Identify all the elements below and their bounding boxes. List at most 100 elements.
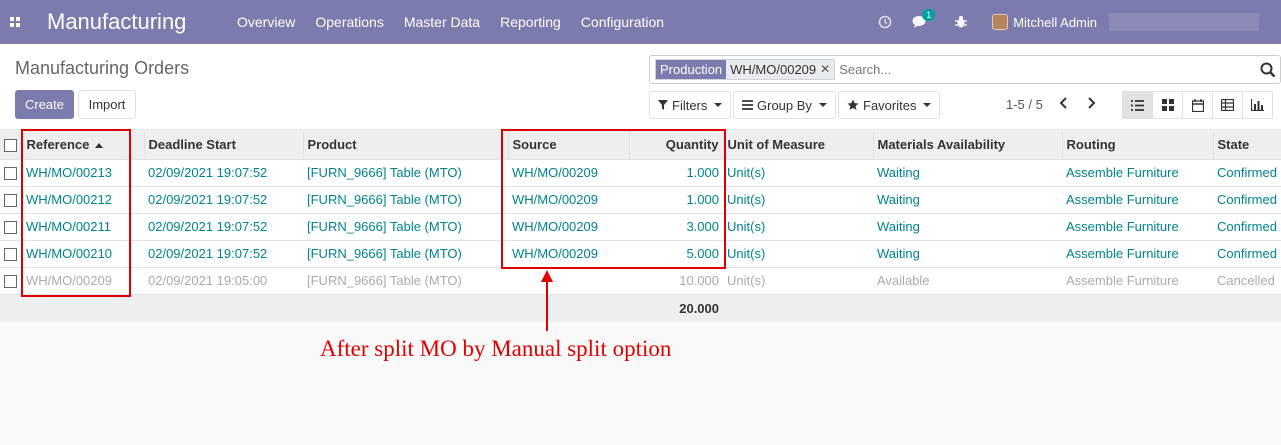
facet-value: WH/MO/00209 bbox=[726, 60, 821, 79]
group-by-button[interactable]: Group By bbox=[733, 91, 836, 119]
cell-product: [FURN_9666] Table (MTO) bbox=[303, 266, 508, 294]
view-switcher bbox=[1122, 91, 1273, 119]
column-materials-availability[interactable]: Materials Availability bbox=[873, 131, 1063, 159]
cell-quantity: 10.000 bbox=[629, 266, 723, 294]
cell-product: [FURN_9666] Table (MTO) bbox=[303, 185, 508, 213]
cell-source bbox=[508, 266, 629, 294]
column-deadline-start[interactable]: Deadline Start bbox=[144, 131, 304, 159]
row-checkbox[interactable] bbox=[0, 212, 22, 240]
main-menu: Overview Operations Master Data Reportin… bbox=[227, 0, 674, 44]
chat-icon[interactable]: 1 bbox=[912, 9, 936, 29]
chat-count-badge: 1 bbox=[922, 9, 936, 21]
graph-view-icon[interactable] bbox=[1242, 91, 1273, 119]
cell-state: Confirmed bbox=[1213, 212, 1281, 240]
cell-product: [FURN_9666] Table (MTO) bbox=[303, 239, 508, 267]
annotation-text: After split MO by Manual split option bbox=[320, 336, 672, 361]
search-bar[interactable]: Production WH/MO/00209 ✕ bbox=[649, 55, 1281, 84]
cell-materials-availability: Waiting bbox=[873, 212, 1062, 240]
cell-deadline-start: 02/09/2021 19:05:00 bbox=[144, 266, 303, 294]
facet-remove-icon[interactable]: ✕ bbox=[820, 60, 835, 79]
favorites-label: Favorites bbox=[863, 97, 917, 113]
chevron-down-icon bbox=[714, 103, 723, 107]
cell-unit-of-measure: Unit(s) bbox=[723, 158, 873, 186]
column-product[interactable]: Product bbox=[303, 131, 509, 159]
cell-materials-availability: Waiting bbox=[873, 185, 1062, 213]
cell-state: Confirmed bbox=[1213, 239, 1281, 267]
cell-state: Cancelled bbox=[1213, 266, 1281, 294]
app-name[interactable]: Manufacturing bbox=[47, 9, 227, 35]
menu-reporting[interactable]: Reporting bbox=[490, 0, 571, 44]
cell-unit-of-measure: Unit(s) bbox=[723, 239, 873, 267]
cell-deadline-start: 02/09/2021 19:07:52 bbox=[144, 158, 303, 186]
menu-master-data[interactable]: Master Data bbox=[394, 0, 490, 44]
filters-label: Filters bbox=[672, 97, 708, 113]
top-navbar: Manufacturing Overview Operations Master… bbox=[0, 0, 1281, 44]
pager-value[interactable]: 1-5 / 5 bbox=[1006, 97, 1043, 112]
cell-unit-of-measure: Unit(s) bbox=[723, 185, 873, 213]
cell-state: Confirmed bbox=[1213, 158, 1281, 186]
clock-icon[interactable] bbox=[878, 15, 892, 29]
cell-product: [FURN_9666] Table (MTO) bbox=[303, 158, 508, 186]
cell-product: [FURN_9666] Table (MTO) bbox=[303, 212, 508, 240]
bug-icon[interactable] bbox=[954, 15, 968, 29]
column-unit-of-measure[interactable]: Unit of Measure bbox=[723, 131, 874, 159]
database-name-blurred bbox=[1109, 13, 1259, 31]
star-icon bbox=[847, 99, 859, 110]
calendar-view-icon[interactable] bbox=[1182, 91, 1213, 119]
list-view-icon[interactable] bbox=[1122, 91, 1153, 119]
cell-materials-availability: Available bbox=[873, 266, 1062, 294]
control-panel: Manufacturing Orders Create Import Produ… bbox=[0, 44, 1281, 130]
row-checkbox[interactable] bbox=[0, 239, 22, 267]
systray: 1 Mitchell Admin bbox=[868, 0, 1281, 44]
apps-menu-icon[interactable] bbox=[0, 0, 30, 44]
avatar bbox=[992, 14, 1009, 30]
table-footer: 20.000 bbox=[0, 293, 1281, 322]
group-by-label: Group By bbox=[757, 97, 812, 113]
column-routing[interactable]: Routing bbox=[1062, 131, 1214, 159]
column-state[interactable]: State bbox=[1213, 131, 1281, 159]
cell-routing: Assemble Furniture bbox=[1062, 212, 1213, 240]
search-facet: Production WH/MO/00209 ✕ bbox=[655, 59, 836, 80]
cell-unit-of-measure: Unit(s) bbox=[723, 266, 873, 294]
search-icon[interactable] bbox=[1260, 62, 1276, 81]
total-quantity: 20.000 bbox=[629, 293, 723, 322]
cell-deadline-start: 02/09/2021 19:07:52 bbox=[144, 212, 303, 240]
pager-previous-icon[interactable] bbox=[1059, 96, 1069, 113]
chevron-down-icon bbox=[923, 103, 932, 107]
cell-routing: Assemble Furniture bbox=[1062, 266, 1213, 294]
reference-highlight-box bbox=[21, 129, 131, 297]
search-input[interactable] bbox=[839, 62, 1240, 77]
source-quantity-highlight-box bbox=[501, 129, 726, 269]
kanban-view-icon[interactable] bbox=[1152, 91, 1183, 119]
menu-operations[interactable]: Operations bbox=[305, 0, 393, 44]
cell-deadline-start: 02/09/2021 19:07:52 bbox=[144, 185, 303, 213]
cell-routing: Assemble Furniture bbox=[1062, 158, 1213, 186]
cell-materials-availability: Waiting bbox=[873, 239, 1062, 267]
chevron-down-icon bbox=[818, 103, 827, 107]
menu-overview[interactable]: Overview bbox=[227, 0, 305, 44]
row-checkbox[interactable] bbox=[0, 185, 22, 213]
pivot-view-icon[interactable] bbox=[1212, 91, 1243, 119]
filter-icon bbox=[658, 100, 668, 110]
facet-label: Production bbox=[656, 60, 727, 79]
arrow-line bbox=[546, 280, 548, 331]
user-menu[interactable]: Mitchell Admin bbox=[992, 13, 1271, 31]
cell-routing: Assemble Furniture bbox=[1062, 239, 1213, 267]
row-checkbox[interactable] bbox=[0, 158, 22, 186]
pager-next-icon[interactable] bbox=[1086, 96, 1096, 113]
cell-routing: Assemble Furniture bbox=[1062, 185, 1213, 213]
select-all-checkbox[interactable] bbox=[0, 131, 23, 159]
list-icon bbox=[742, 100, 753, 110]
filters-button[interactable]: Filters bbox=[649, 91, 732, 119]
row-checkbox[interactable] bbox=[0, 266, 22, 294]
cell-unit-of-measure: Unit(s) bbox=[723, 212, 873, 240]
cell-deadline-start: 02/09/2021 19:07:52 bbox=[144, 239, 303, 267]
favorites-button[interactable]: Favorites bbox=[838, 91, 941, 119]
cell-materials-availability: Waiting bbox=[873, 158, 1062, 186]
table-row[interactable]: WH/MO/00209 02/09/2021 19:05:00 [FURN_96… bbox=[0, 266, 1281, 294]
menu-configuration[interactable]: Configuration bbox=[571, 0, 674, 44]
cell-state: Confirmed bbox=[1213, 185, 1281, 213]
page-title: Manufacturing Orders bbox=[15, 58, 190, 78]
import-button[interactable]: Import bbox=[78, 90, 136, 119]
create-button[interactable]: Create bbox=[15, 90, 74, 119]
